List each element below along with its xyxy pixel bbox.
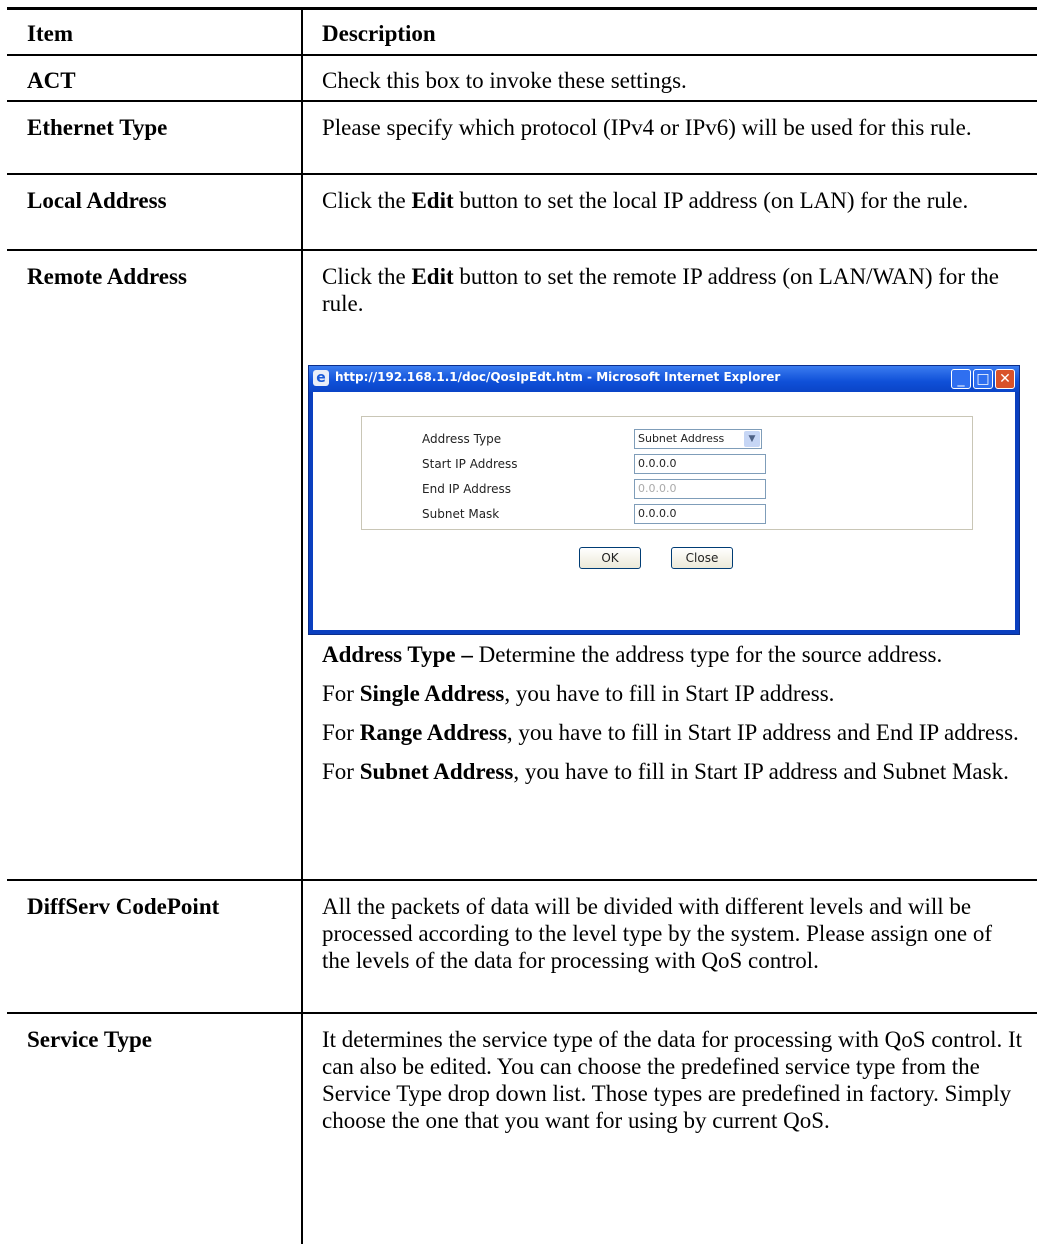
row-item-diffserv: DiffServ CodePoint [27,894,220,919]
address-type-value: Subnet Address [638,432,725,445]
table-top-border [7,7,1037,10]
ok-button[interactable]: OK [579,547,641,569]
row-item-act: ACT [27,68,76,93]
chevron-down-icon[interactable]: ▼ [744,431,760,447]
start-ip-label: Start IP Address [422,457,518,471]
subnet-mask-input[interactable]: 0.0.0.0 [634,504,766,524]
start-ip-input[interactable]: 0.0.0.0 [634,454,766,474]
note-single-address: For Single Address, you have to fill in … [322,681,835,706]
row-divider [7,54,1037,56]
row-divider [7,249,1037,251]
row-divider [7,100,1037,102]
row-item-service-type: Service Type [27,1027,152,1052]
ie-icon: e [313,370,329,386]
row-desc-diffserv: All the packets of data will be divided … [322,894,993,973]
row-divider [7,879,1037,881]
close-button[interactable]: Close [671,547,733,569]
column-divider [301,7,303,1244]
header-item: Item [27,21,73,46]
dialog-body: Address Type Subnet Address ▼ Start IP A… [313,392,1015,630]
maximize-icon[interactable]: □ [973,369,993,389]
row-desc-act: Check this box to invoke these settings. [322,68,687,93]
end-ip-label: End IP Address [422,482,511,496]
row-desc-ethernet-type: Please specify which protocol (IPv4 or I… [322,115,972,140]
row-item-remote-address: Remote Address [27,264,187,289]
row-desc-local-address: Click the Edit button to set the local I… [322,188,969,213]
row-desc-remote-address: Click the Edit button to set the remote … [322,264,999,316]
header-description: Description [322,21,436,46]
dialog-title: http://192.168.1.1/doc/QosIpEdt.htm - Mi… [335,370,781,384]
close-icon[interactable]: ✕ [995,369,1015,389]
dialog-titlebar[interactable]: e http://192.168.1.1/doc/QosIpEdt.htm - … [309,366,1019,392]
minimize-icon[interactable]: _ [951,369,971,389]
address-type-select[interactable]: Subnet Address ▼ [634,429,762,449]
note-subnet-address: For Subnet Address, you have to fill in … [322,759,1009,784]
ip-edit-dialog: e http://192.168.1.1/doc/QosIpEdt.htm - … [308,365,1020,635]
row-divider [7,1012,1037,1014]
row-item-ethernet-type: Ethernet Type [27,115,168,140]
row-divider [7,173,1037,175]
note-address-type: Address Type – Determine the address typ… [322,642,943,667]
end-ip-input[interactable]: 0.0.0.0 [634,479,766,499]
address-fieldset: Address Type Subnet Address ▼ Start IP A… [361,416,973,530]
subnet-mask-label: Subnet Mask [422,507,500,521]
row-desc-service-type: It determines the service type of the da… [322,1027,1023,1133]
note-range-address: For Range Address, you have to fill in S… [322,720,1019,745]
address-type-label: Address Type [422,432,502,446]
remote-address-notes: Address Type – Determine the address typ… [322,641,1024,797]
row-item-local-address: Local Address [27,188,167,213]
